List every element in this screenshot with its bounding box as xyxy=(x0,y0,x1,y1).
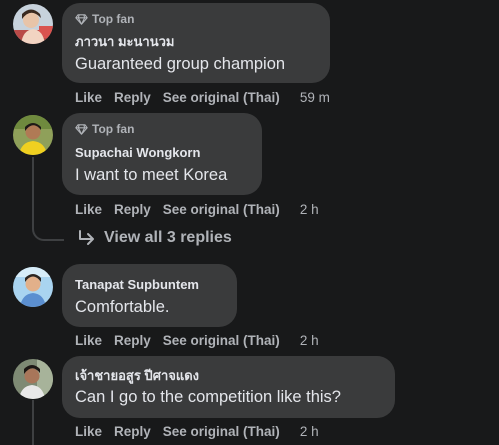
comment-author[interactable]: Supachai Wongkorn xyxy=(75,144,200,162)
see-original-link[interactable]: See original (Thai) xyxy=(163,424,280,439)
timestamp[interactable]: 2 h xyxy=(300,202,319,217)
comment-actions: Like Reply See original (Thai) 59 m xyxy=(75,88,330,106)
comment-bubble: Top fan ภาวนา มะนานวม Guaranteed group c… xyxy=(62,3,330,83)
avatar[interactable] xyxy=(13,115,53,155)
reply-arrow-icon xyxy=(79,230,94,245)
avatar[interactable] xyxy=(13,4,53,44)
reply-button[interactable]: Reply xyxy=(114,333,151,348)
view-replies-link[interactable]: View all 3 replies xyxy=(78,229,232,247)
comment-bubble: Top fan Supachai Wongkorn I want to meet… xyxy=(62,113,262,195)
avatar[interactable] xyxy=(13,267,53,307)
top-fan-badge: Top fan xyxy=(75,122,134,136)
comment-text: Comfortable. xyxy=(75,298,170,316)
thread-line xyxy=(32,400,34,445)
timestamp[interactable]: 2 h xyxy=(300,333,319,348)
thread-line xyxy=(32,157,34,227)
badge-label: Top fan xyxy=(92,122,135,136)
comment-text: Can I go to the competition like this? xyxy=(75,388,341,406)
reply-button[interactable]: Reply xyxy=(114,90,151,105)
like-button[interactable]: Like xyxy=(75,424,102,439)
comment-text: I want to meet Korea xyxy=(75,166,228,184)
thread-line-curve xyxy=(32,222,64,241)
timestamp[interactable]: 2 h xyxy=(300,424,319,439)
comment-text: Guaranteed group champion xyxy=(75,55,286,73)
comments-section: Top fan ภาวนา มะนานวม Guaranteed group c… xyxy=(0,0,499,445)
top-fan-badge: Top fan xyxy=(75,12,134,26)
like-button[interactable]: Like xyxy=(75,333,102,348)
comment-actions: Like Reply See original (Thai) 2 h xyxy=(75,422,319,440)
see-original-link[interactable]: See original (Thai) xyxy=(163,90,280,105)
comment-author[interactable]: ภาวนา มะนานวม xyxy=(75,33,174,51)
see-original-link[interactable]: See original (Thai) xyxy=(163,333,280,348)
timestamp[interactable]: 59 m xyxy=(300,90,330,105)
comment-bubble: Tanapat Supbuntem Comfortable. xyxy=(62,264,237,327)
like-button[interactable]: Like xyxy=(75,202,102,217)
comment-actions: Like Reply See original (Thai) 2 h xyxy=(75,200,319,218)
badge-label: Top fan xyxy=(92,12,135,26)
diamond-icon xyxy=(75,123,88,135)
comment-author[interactable]: เจ้าชายอสูร ปีศาจแดง xyxy=(75,367,199,385)
comment-bubble: เจ้าชายอสูร ปีศาจแดง Can I go to the com… xyxy=(62,356,395,418)
reply-button[interactable]: Reply xyxy=(114,202,151,217)
diamond-icon xyxy=(75,13,88,25)
comment-author[interactable]: Tanapat Supbuntem xyxy=(75,276,199,294)
see-original-link[interactable]: See original (Thai) xyxy=(163,202,280,217)
view-replies-label: View all 3 replies xyxy=(104,229,232,246)
comment-actions: Like Reply See original (Thai) 2 h xyxy=(75,331,319,349)
reply-button[interactable]: Reply xyxy=(114,424,151,439)
like-button[interactable]: Like xyxy=(75,90,102,105)
avatar[interactable] xyxy=(13,359,53,399)
